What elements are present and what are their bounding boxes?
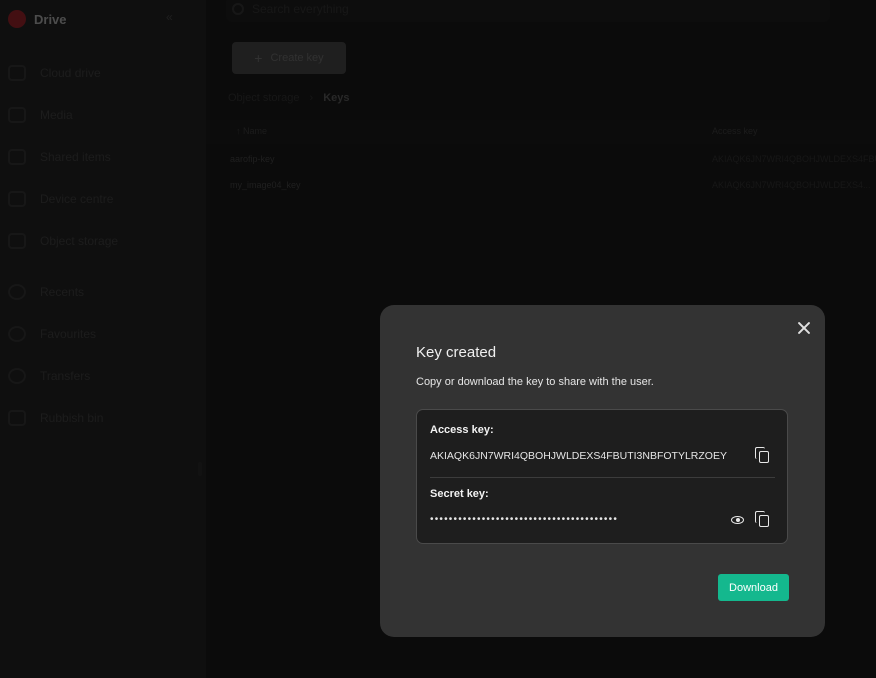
- divider: [430, 477, 775, 478]
- access-key-label: Access key:: [430, 424, 494, 436]
- app-window: Drive « Cloud drive Media Shared items D…: [0, 0, 876, 678]
- dialog-description: Copy or download the key to share with t…: [416, 376, 654, 388]
- secret-key-value: ••••••••••••••••••••••••••••••••••••••••: [430, 514, 619, 525]
- dialog-title: Key created: [416, 344, 497, 361]
- close-icon[interactable]: [797, 321, 811, 335]
- key-created-dialog: Key created Copy or download the key to …: [380, 305, 825, 637]
- access-key-value: AKIAQK6JN7WRI4QBOHJWLDEXS4FBUTI3NBFOTYLR…: [430, 450, 727, 462]
- secret-key-label: Secret key:: [430, 488, 489, 500]
- download-button[interactable]: Download: [718, 574, 789, 601]
- key-details-panel: Access key: AKIAQK6JN7WRI4QBOHJWLDEXS4FB…: [416, 409, 788, 544]
- copy-secret-key-icon[interactable]: [755, 511, 771, 529]
- show-secret-key-eye-icon[interactable]: [730, 514, 746, 526]
- copy-access-key-icon[interactable]: [755, 447, 771, 465]
